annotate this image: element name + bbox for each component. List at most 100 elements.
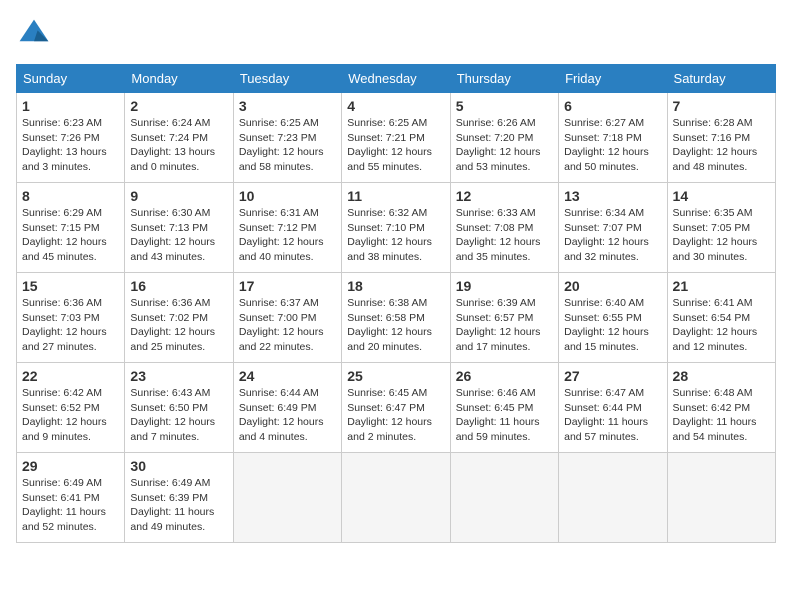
sunset-label: Sunset: 7:02 PM [130,312,208,324]
day-info: Sunrise: 6:43 AM Sunset: 6:50 PM Dayligh… [130,386,227,445]
day-number: 25 [347,368,444,384]
sunset-label: Sunset: 6:41 PM [22,492,100,504]
sunset-label: Sunset: 6:45 PM [456,402,534,414]
sunset-label: Sunset: 6:58 PM [347,312,425,324]
sunset-label: Sunset: 6:55 PM [564,312,642,324]
calendar-cell: 19 Sunrise: 6:39 AM Sunset: 6:57 PM Dayl… [450,273,558,363]
day-info: Sunrise: 6:27 AM Sunset: 7:18 PM Dayligh… [564,116,661,175]
logo [16,16,56,52]
daylight-label: Daylight: 13 hours and 0 minutes. [130,146,215,173]
sunrise-label: Sunrise: 6:39 AM [456,297,536,309]
week-row-5: 29 Sunrise: 6:49 AM Sunset: 6:41 PM Dayl… [17,453,776,543]
day-info: Sunrise: 6:48 AM Sunset: 6:42 PM Dayligh… [673,386,770,445]
daylight-label: Daylight: 12 hours and 58 minutes. [239,146,324,173]
day-number: 24 [239,368,336,384]
sunrise-label: Sunrise: 6:27 AM [564,117,644,129]
sunrise-label: Sunrise: 6:46 AM [456,387,536,399]
week-row-3: 15 Sunrise: 6:36 AM Sunset: 7:03 PM Dayl… [17,273,776,363]
calendar-table: SundayMondayTuesdayWednesdayThursdayFrid… [16,64,776,543]
day-number: 17 [239,278,336,294]
day-number: 7 [673,98,770,114]
day-number: 2 [130,98,227,114]
page-header [16,16,776,52]
sunrise-label: Sunrise: 6:28 AM [673,117,753,129]
daylight-label: Daylight: 12 hours and 9 minutes. [22,416,107,443]
day-number: 9 [130,188,227,204]
calendar-cell: 13 Sunrise: 6:34 AM Sunset: 7:07 PM Dayl… [559,183,667,273]
calendar-header-row: SundayMondayTuesdayWednesdayThursdayFrid… [17,65,776,93]
day-info: Sunrise: 6:25 AM Sunset: 7:23 PM Dayligh… [239,116,336,175]
daylight-label: Daylight: 12 hours and 2 minutes. [347,416,432,443]
sunrise-label: Sunrise: 6:35 AM [673,207,753,219]
calendar-cell: 16 Sunrise: 6:36 AM Sunset: 7:02 PM Dayl… [125,273,233,363]
calendar-cell: 9 Sunrise: 6:30 AM Sunset: 7:13 PM Dayli… [125,183,233,273]
sunset-label: Sunset: 7:12 PM [239,222,317,234]
weekday-header-thursday: Thursday [450,65,558,93]
sunset-label: Sunset: 6:42 PM [673,402,751,414]
day-info: Sunrise: 6:46 AM Sunset: 6:45 PM Dayligh… [456,386,553,445]
daylight-label: Daylight: 11 hours and 54 minutes. [673,416,757,443]
calendar-cell: 28 Sunrise: 6:48 AM Sunset: 6:42 PM Dayl… [667,363,775,453]
calendar-cell: 25 Sunrise: 6:45 AM Sunset: 6:47 PM Dayl… [342,363,450,453]
day-info: Sunrise: 6:35 AM Sunset: 7:05 PM Dayligh… [673,206,770,265]
calendar-cell: 29 Sunrise: 6:49 AM Sunset: 6:41 PM Dayl… [17,453,125,543]
day-number: 26 [456,368,553,384]
day-number: 10 [239,188,336,204]
day-info: Sunrise: 6:37 AM Sunset: 7:00 PM Dayligh… [239,296,336,355]
day-number: 6 [564,98,661,114]
day-info: Sunrise: 6:23 AM Sunset: 7:26 PM Dayligh… [22,116,119,175]
sunrise-label: Sunrise: 6:25 AM [347,117,427,129]
sunset-label: Sunset: 6:49 PM [239,402,317,414]
day-info: Sunrise: 6:49 AM Sunset: 6:39 PM Dayligh… [130,476,227,535]
day-info: Sunrise: 6:45 AM Sunset: 6:47 PM Dayligh… [347,386,444,445]
calendar-cell: 17 Sunrise: 6:37 AM Sunset: 7:00 PM Dayl… [233,273,341,363]
day-number: 3 [239,98,336,114]
calendar-cell: 23 Sunrise: 6:43 AM Sunset: 6:50 PM Dayl… [125,363,233,453]
sunset-label: Sunset: 6:39 PM [130,492,208,504]
sunrise-label: Sunrise: 6:37 AM [239,297,319,309]
sunset-label: Sunset: 7:18 PM [564,132,642,144]
day-info: Sunrise: 6:36 AM Sunset: 7:02 PM Dayligh… [130,296,227,355]
sunset-label: Sunset: 6:52 PM [22,402,100,414]
sunset-label: Sunset: 7:23 PM [239,132,317,144]
day-number: 20 [564,278,661,294]
daylight-label: Daylight: 12 hours and 48 minutes. [673,146,758,173]
daylight-label: Daylight: 13 hours and 3 minutes. [22,146,107,173]
daylight-label: Daylight: 12 hours and 45 minutes. [22,236,107,263]
daylight-label: Daylight: 12 hours and 50 minutes. [564,146,649,173]
calendar-cell: 20 Sunrise: 6:40 AM Sunset: 6:55 PM Dayl… [559,273,667,363]
daylight-label: Daylight: 12 hours and 55 minutes. [347,146,432,173]
sunrise-label: Sunrise: 6:25 AM [239,117,319,129]
day-info: Sunrise: 6:24 AM Sunset: 7:24 PM Dayligh… [130,116,227,175]
sunset-label: Sunset: 7:10 PM [347,222,425,234]
day-info: Sunrise: 6:41 AM Sunset: 6:54 PM Dayligh… [673,296,770,355]
day-number: 4 [347,98,444,114]
day-info: Sunrise: 6:36 AM Sunset: 7:03 PM Dayligh… [22,296,119,355]
daylight-label: Daylight: 12 hours and 4 minutes. [239,416,324,443]
day-number: 18 [347,278,444,294]
sunrise-label: Sunrise: 6:31 AM [239,207,319,219]
daylight-label: Daylight: 12 hours and 27 minutes. [22,326,107,353]
daylight-label: Daylight: 12 hours and 25 minutes. [130,326,215,353]
sunset-label: Sunset: 7:03 PM [22,312,100,324]
day-info: Sunrise: 6:44 AM Sunset: 6:49 PM Dayligh… [239,386,336,445]
day-number: 21 [673,278,770,294]
daylight-label: Daylight: 12 hours and 15 minutes. [564,326,649,353]
sunset-label: Sunset: 7:05 PM [673,222,751,234]
sunset-label: Sunset: 7:24 PM [130,132,208,144]
calendar-cell: 27 Sunrise: 6:47 AM Sunset: 6:44 PM Dayl… [559,363,667,453]
daylight-label: Daylight: 12 hours and 32 minutes. [564,236,649,263]
day-number: 23 [130,368,227,384]
calendar-cell: 2 Sunrise: 6:24 AM Sunset: 7:24 PM Dayli… [125,93,233,183]
calendar-cell: 26 Sunrise: 6:46 AM Sunset: 6:45 PM Dayl… [450,363,558,453]
sunset-label: Sunset: 6:57 PM [456,312,534,324]
sunrise-label: Sunrise: 6:42 AM [22,387,102,399]
sunrise-label: Sunrise: 6:36 AM [130,297,210,309]
calendar-cell: 22 Sunrise: 6:42 AM Sunset: 6:52 PM Dayl… [17,363,125,453]
sunset-label: Sunset: 6:44 PM [564,402,642,414]
calendar-cell [342,453,450,543]
calendar-cell: 8 Sunrise: 6:29 AM Sunset: 7:15 PM Dayli… [17,183,125,273]
sunset-label: Sunset: 6:50 PM [130,402,208,414]
day-number: 28 [673,368,770,384]
day-info: Sunrise: 6:49 AM Sunset: 6:41 PM Dayligh… [22,476,119,535]
